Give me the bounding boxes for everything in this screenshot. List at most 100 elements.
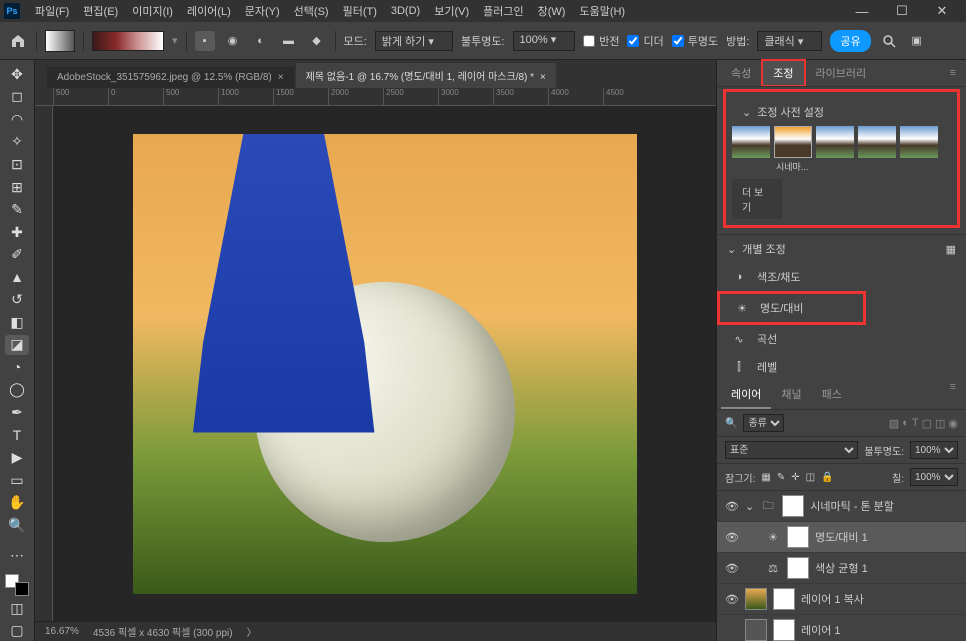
ruler-vertical[interactable]	[35, 106, 53, 621]
close-tab-icon[interactable]: ×	[278, 72, 284, 83]
hand-tool[interactable]: ✋	[5, 492, 29, 513]
preset-thumb-0[interactable]	[732, 126, 770, 158]
wand-tool[interactable]: ✧	[5, 132, 29, 153]
type-tool[interactable]: T	[5, 425, 29, 446]
eyedropper-tool[interactable]: ✎	[5, 199, 29, 220]
shape-tool[interactable]: ▭	[5, 470, 29, 491]
gradient-radial-icon[interactable]: ◉	[223, 31, 243, 51]
path-select-tool[interactable]: ▶	[5, 447, 29, 468]
layer-row-group[interactable]: 👁 ⌄ 🗀 시네마틱 - 톤 분할	[717, 491, 966, 522]
swatch-preview[interactable]	[45, 30, 75, 52]
screen-mode-toggle[interactable]: ▢	[5, 621, 29, 641]
filter-type-select[interactable]: 종류	[743, 414, 784, 432]
preset-thumb-1[interactable]	[774, 126, 812, 158]
window-close[interactable]: ✕	[922, 0, 962, 22]
lock-all-icon[interactable]: 🔒	[821, 472, 833, 483]
quick-mask-toggle[interactable]: ◫	[5, 598, 29, 619]
stamp-tool[interactable]: ▲	[5, 267, 29, 288]
share-button[interactable]: 공유	[830, 30, 870, 52]
filter-pixel-icon[interactable]: ▨	[889, 417, 899, 430]
lock-trans-icon[interactable]: ▦	[761, 472, 770, 483]
layer-mask[interactable]	[782, 495, 804, 517]
lock-paint-icon[interactable]: ✎	[777, 472, 785, 483]
mode-select[interactable]: 밝게 하기 ▾	[375, 31, 453, 51]
pen-tool[interactable]: ✒	[5, 402, 29, 423]
layer-row-color-balance[interactable]: 👁 ⚖ 색상 균형 1	[717, 553, 966, 584]
filter-toggle[interactable]: ◉	[948, 417, 958, 430]
filter-smart-icon[interactable]: ◫	[935, 417, 945, 430]
menu-view[interactable]: 보기(V)	[427, 3, 476, 19]
workspace-icon[interactable]: ▣	[907, 31, 927, 51]
document-tab-0[interactable]: AdobeStock_351575962.jpeg @ 12.5% (RGB/8…	[47, 67, 294, 88]
layer-mask[interactable]	[787, 557, 809, 579]
move-tool[interactable]: ✥	[5, 64, 29, 85]
history-brush-tool[interactable]: ↺	[5, 289, 29, 310]
layer-row-image[interactable]: 레이어 1	[717, 615, 966, 641]
gradient-linear-icon[interactable]: ▪	[195, 31, 215, 51]
canvas[interactable]	[53, 106, 716, 621]
search-icon[interactable]	[879, 31, 899, 51]
reverse-checkbox[interactable]: 반전	[583, 33, 619, 49]
preset-thumb-4[interactable]	[900, 126, 938, 158]
menu-window[interactable]: 창(W)	[531, 3, 573, 19]
adjust-hue-saturation[interactable]: ◑색조/채도	[717, 263, 966, 291]
search-icon[interactable]: 🔍	[725, 418, 737, 429]
brush-tool[interactable]: ✐	[5, 244, 29, 265]
lock-move-icon[interactable]: ✛	[791, 472, 799, 483]
layer-mask[interactable]	[773, 588, 795, 610]
layer-thumbnail[interactable]	[745, 588, 767, 610]
gradient-angle-icon[interactable]: ◐	[251, 31, 271, 51]
menu-layer[interactable]: 레이어(L)	[180, 3, 238, 19]
close-tab-icon[interactable]: ×	[540, 72, 546, 83]
tab-layers[interactable]: 레이어	[721, 381, 771, 409]
tab-paths[interactable]: 패스	[812, 381, 852, 409]
window-minimize[interactable]: —	[842, 0, 882, 22]
gradient-preview[interactable]	[92, 31, 164, 51]
gradient-reflected-icon[interactable]: ▬	[279, 31, 299, 51]
tab-properties[interactable]: 속성	[721, 61, 761, 85]
crop-tool[interactable]: ⊡	[5, 154, 29, 175]
window-maximize[interactable]: ☐	[882, 0, 922, 22]
visibility-toggle[interactable]: 👁	[725, 562, 739, 575]
adjust-curves[interactable]: ∿곡선	[717, 325, 966, 353]
layer-thumbnail[interactable]	[745, 619, 767, 641]
fill-select[interactable]: 100%	[910, 468, 958, 486]
visibility-toggle[interactable]: 👁	[725, 531, 739, 544]
menu-help[interactable]: 도움말(H)	[572, 3, 632, 19]
marquee-tool[interactable]: ◻	[5, 87, 29, 108]
lock-artboard-icon[interactable]: ◫	[806, 472, 815, 483]
grid-view-icon[interactable]: ▦	[946, 243, 956, 256]
tab-adjustments[interactable]: 조정	[761, 59, 805, 87]
blend-mode-select[interactable]: 표준	[725, 441, 858, 459]
layer-opacity-select[interactable]: 100%	[910, 441, 958, 459]
ruler-horizontal[interactable]: 500050010001500200025003000350040004500	[35, 88, 716, 106]
filter-adjust-icon[interactable]: ◐	[902, 417, 909, 430]
menu-plugins[interactable]: 플러그인	[476, 3, 530, 19]
visibility-toggle[interactable]: 👁	[725, 593, 739, 606]
more-presets-button[interactable]: 더 보기	[732, 179, 782, 219]
tab-channels[interactable]: 채널	[771, 381, 811, 409]
chevron-down-icon[interactable]: ⌄	[745, 500, 754, 513]
panel-menu-icon[interactable]: ≡	[944, 381, 962, 409]
menu-3d[interactable]: 3D(D)	[384, 5, 427, 17]
foreground-background-colors[interactable]	[5, 574, 29, 596]
adjust-levels[interactable]: ⫿레벨	[717, 353, 966, 381]
document-tab-1[interactable]: 제목 없음-1 @ 16.7% (명도/대비 1, 레이어 마스크/8) *×	[296, 63, 556, 88]
visibility-toggle[interactable]: 👁	[725, 500, 739, 513]
lasso-tool[interactable]: ◠	[5, 109, 29, 130]
preset-thumb-2[interactable]	[816, 126, 854, 158]
adjust-brightness-contrast[interactable]: ☀명도/대비	[717, 291, 866, 325]
gradient-diamond-icon[interactable]: ◆	[307, 31, 327, 51]
layer-mask[interactable]	[773, 619, 795, 641]
menu-image[interactable]: 이미지(I)	[125, 3, 180, 19]
tab-libraries[interactable]: 라이브러리	[806, 61, 877, 85]
zoom-level[interactable]: 16.67%	[45, 626, 79, 637]
layer-mask[interactable]	[787, 526, 809, 548]
blur-tool[interactable]: ◔	[5, 357, 29, 378]
transparency-checkbox[interactable]: 투명도	[672, 33, 718, 49]
gradient-tool[interactable]: ◪	[5, 335, 29, 356]
menu-select[interactable]: 선택(S)	[287, 3, 336, 19]
individual-adjust-header[interactable]: ⌄ 개별 조정 ▦	[717, 235, 966, 263]
menu-edit[interactable]: 편집(E)	[76, 3, 125, 19]
panel-menu-icon[interactable]: ≡	[944, 67, 962, 79]
